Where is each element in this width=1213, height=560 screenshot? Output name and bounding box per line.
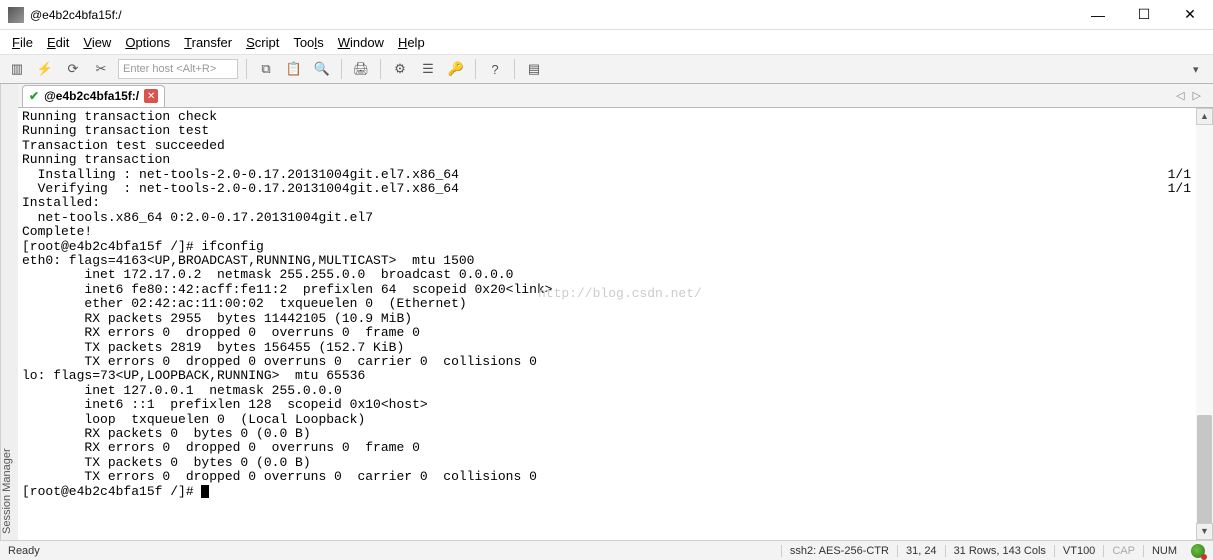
terminal-line: RX errors 0 dropped 0 overruns 0 frame 0: [22, 441, 1209, 455]
tab-close-button[interactable]: ✕: [144, 89, 158, 103]
terminal-line: ether 02:42:ac:11:00:02 txqueuelen 0 (Et…: [22, 297, 1209, 311]
terminal-line: [root@e4b2c4bfa15f /]#: [22, 485, 1209, 499]
terminal-line: TX packets 2819 bytes 156455 (152.7 KiB): [22, 341, 1209, 355]
terminal-line: Running transaction test: [22, 124, 1209, 138]
main-panel: ✔ @e4b2c4bfa15f:/ ✕ ◁ ▷ Running transact…: [18, 84, 1213, 540]
session-tab[interactable]: ✔ @e4b2c4bfa15f:/ ✕: [22, 85, 165, 107]
properties-icon[interactable]: ☰: [417, 58, 439, 80]
terminal-line: inet 127.0.0.1 netmask 255.0.0.0: [22, 384, 1209, 398]
menu-bar: File Edit View Options Transfer Script T…: [0, 30, 1213, 54]
status-cipher: ssh2: AES-256-CTR: [781, 545, 897, 557]
find-icon[interactable]: 🔍: [311, 58, 333, 80]
window-title: @e4b2c4bfa15f:/: [30, 8, 1075, 22]
status-size: 31 Rows, 143 Cols: [945, 545, 1054, 557]
scroll-down-button[interactable]: ▼: [1196, 523, 1213, 540]
tab-next-icon[interactable]: ▷: [1193, 89, 1201, 102]
menu-view[interactable]: View: [83, 35, 111, 50]
status-cursor: 31, 24: [897, 545, 945, 557]
terminal-line: TX errors 0 dropped 0 overruns 0 carrier…: [22, 470, 1209, 484]
terminal-line: inet6 fe80::42:acff:fe11:2 prefixlen 64 …: [22, 283, 1209, 297]
key-icon[interactable]: 🔑: [445, 58, 467, 80]
terminal-line: inet 172.17.0.2 netmask 255.255.0.0 broa…: [22, 268, 1209, 282]
terminal-line: Verifying : net-tools-2.0-0.17.20131004g…: [22, 182, 1209, 196]
terminal-line: TX errors 0 dropped 0 overruns 0 carrier…: [22, 355, 1209, 369]
status-num: NUM: [1143, 545, 1185, 557]
scrollbar-thumb[interactable]: [1197, 415, 1212, 525]
divider: [475, 59, 476, 79]
status-term: VT100: [1054, 545, 1103, 557]
menu-script[interactable]: Script: [246, 35, 279, 50]
toolbar: ▥ ⚡ ⟳ ✂ Enter host <Alt+R> ⧉ 📋 🔍 🖨 ⚙ ☰ 🔑…: [0, 54, 1213, 84]
terminal-line: inet6 ::1 prefixlen 128 scopeid 0x10<hos…: [22, 398, 1209, 412]
reconnect-icon[interactable]: ⟳: [62, 58, 84, 80]
menu-options[interactable]: Options: [125, 35, 170, 50]
session-manager-sidebar[interactable]: Session Manager: [0, 84, 18, 540]
tab-bar: ✔ @e4b2c4bfa15f:/ ✕ ◁ ▷: [18, 84, 1213, 108]
terminal-line: Transaction test succeeded: [22, 139, 1209, 153]
status-cap: CAP: [1103, 545, 1143, 557]
status-ready: Ready: [8, 545, 781, 557]
record-icon: [1191, 544, 1205, 558]
scrollbar-track[interactable]: [1196, 125, 1213, 523]
terminal-line: lo: flags=73<UP,LOOPBACK,RUNNING> mtu 65…: [22, 369, 1209, 383]
menu-transfer[interactable]: Transfer: [184, 35, 232, 50]
status-bar: Ready ssh2: AES-256-CTR 31, 24 31 Rows, …: [0, 540, 1213, 560]
connected-icon: ✔: [29, 89, 39, 103]
close-button[interactable]: ✕: [1167, 0, 1213, 30]
menu-file[interactable]: File: [12, 35, 33, 50]
disconnect-icon[interactable]: ✂: [90, 58, 112, 80]
menu-help[interactable]: Help: [398, 35, 425, 50]
copy-icon[interactable]: ⧉: [255, 58, 277, 80]
terminal-line: eth0: flags=4163<UP,BROADCAST,RUNNING,MU…: [22, 254, 1209, 268]
terminal-line: Installing : net-tools-2.0-0.17.20131004…: [22, 168, 1209, 182]
tab-label: @e4b2c4bfa15f:/: [44, 89, 139, 103]
terminal-line: [root@e4b2c4bfa15f /]# ifconfig: [22, 240, 1209, 254]
scroll-up-button[interactable]: ▲: [1196, 108, 1213, 125]
terminal-line: Installed:: [22, 196, 1209, 210]
settings-icon[interactable]: ⚙: [389, 58, 411, 80]
paste-icon[interactable]: 📋: [283, 58, 305, 80]
terminal-line: loop txqueuelen 0 (Local Loopback): [22, 413, 1209, 427]
print-icon[interactable]: 🖨: [350, 58, 372, 80]
terminal-line: net-tools.x86_64 0:2.0-0.17.20131004git.…: [22, 211, 1209, 225]
maximize-button[interactable]: ☐: [1121, 0, 1167, 30]
divider: [380, 59, 381, 79]
title-bar: @e4b2c4bfa15f:/ — ☐ ✕: [0, 0, 1213, 30]
terminal-line: RX packets 0 bytes 0 (0.0 B): [22, 427, 1209, 441]
script-icon[interactable]: ▤: [523, 58, 545, 80]
divider: [514, 59, 515, 79]
terminal-line: RX errors 0 dropped 0 overruns 0 frame 0: [22, 326, 1209, 340]
terminal-line: Running transaction: [22, 153, 1209, 167]
menu-window[interactable]: Window: [338, 35, 384, 50]
terminal[interactable]: Running transaction checkRunning transac…: [18, 108, 1213, 540]
toolbar-overflow-icon[interactable]: ▾: [1193, 63, 1207, 76]
quick-connect-icon[interactable]: ⚡: [34, 58, 56, 80]
terminal-line: RX packets 2955 bytes 11442105 (10.9 MiB…: [22, 312, 1209, 326]
menu-edit[interactable]: Edit: [47, 35, 69, 50]
session-icon[interactable]: ▥: [6, 58, 28, 80]
divider: [341, 59, 342, 79]
tab-prev-icon[interactable]: ◁: [1176, 89, 1184, 102]
terminal-line: Running transaction check: [22, 110, 1209, 124]
app-icon: [8, 7, 24, 23]
help-icon[interactable]: ?: [484, 58, 506, 80]
content-area: Session Manager ✔ @e4b2c4bfa15f:/ ✕ ◁ ▷ …: [0, 84, 1213, 540]
host-input[interactable]: Enter host <Alt+R>: [118, 59, 238, 79]
terminal-line: TX packets 0 bytes 0 (0.0 B): [22, 456, 1209, 470]
terminal-line: Complete!: [22, 225, 1209, 239]
tab-nav: ◁ ▷: [1176, 89, 1209, 102]
divider: [246, 59, 247, 79]
menu-tools[interactable]: Tools: [293, 35, 323, 50]
minimize-button[interactable]: —: [1075, 0, 1121, 30]
